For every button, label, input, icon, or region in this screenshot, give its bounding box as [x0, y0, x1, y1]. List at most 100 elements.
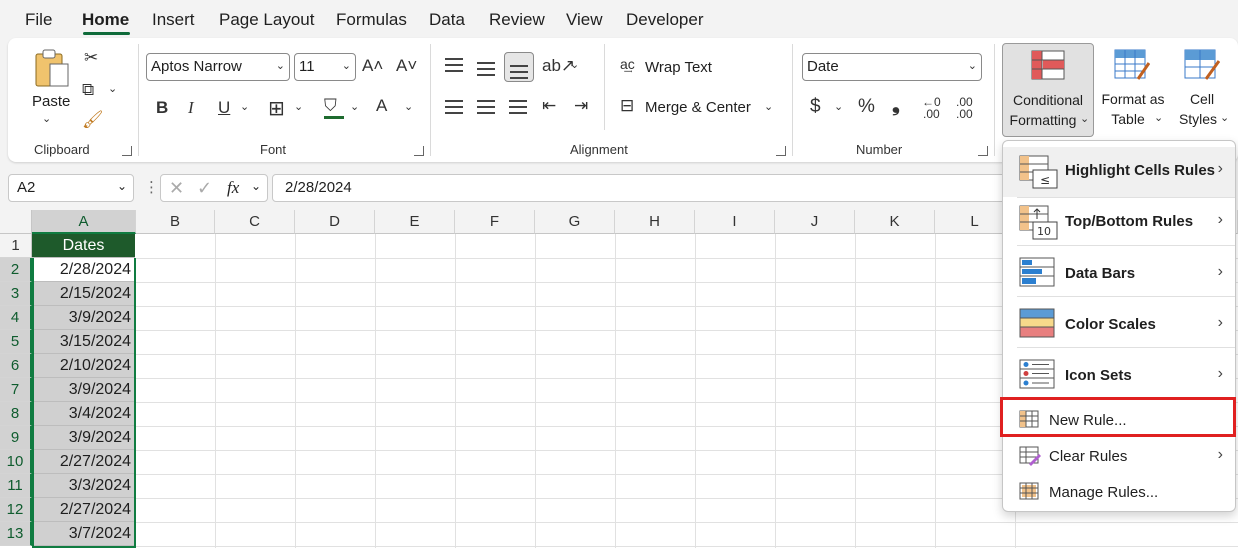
row-header[interactable]: 6: [0, 354, 32, 378]
chevron-down-icon[interactable]: ⌄: [42, 112, 51, 125]
row-header[interactable]: 4: [0, 306, 32, 330]
column-header-h[interactable]: H: [615, 210, 695, 234]
chevron-down-icon[interactable]: ⌄: [108, 82, 117, 95]
column-header-g[interactable]: G: [535, 210, 615, 234]
menu-item-data-bars[interactable]: Data Bars ›: [1003, 247, 1235, 297]
menu-item-top-bottom-rules[interactable]: 10 Top/Bottom Rules ›: [1003, 197, 1235, 247]
font-name-dropdown[interactable]: Aptos Narrow ⌄: [146, 53, 290, 81]
decrease-indent-icon[interactable]: ⇤: [542, 96, 556, 116]
table-cell[interactable]: 2/10/2024: [32, 354, 135, 378]
chevron-down-icon[interactable]: ⌄: [834, 100, 843, 113]
table-cell[interactable]: 2/27/2024: [32, 450, 135, 474]
table-cell[interactable]: 3/7/2024: [32, 522, 135, 546]
align-center-icon[interactable]: [477, 100, 495, 118]
alignment-launcher-icon[interactable]: [776, 146, 786, 156]
paste-button[interactable]: [34, 48, 70, 90]
chevron-down-icon[interactable]: ⌄: [764, 100, 773, 113]
fill-color-button[interactable]: ⛉: [322, 96, 346, 120]
font-launcher-icon[interactable]: [414, 146, 424, 156]
copy-icon[interactable]: ⧉: [82, 80, 94, 100]
tab-page-layout[interactable]: Page Layout: [219, 10, 314, 30]
chevron-down-icon[interactable]: ⌄: [294, 100, 303, 113]
column-header-f[interactable]: F: [455, 210, 535, 234]
tab-home[interactable]: Home: [82, 10, 129, 30]
paste-label[interactable]: Paste: [32, 93, 70, 110]
column-header-b[interactable]: B: [136, 210, 215, 234]
decrease-font-icon[interactable]: A˅: [396, 56, 417, 76]
enter-icon[interactable]: ✓: [197, 178, 212, 199]
cancel-icon[interactable]: ✕: [169, 178, 184, 199]
column-header-a[interactable]: A: [32, 210, 136, 234]
table-cell[interactable]: 3/9/2024: [32, 306, 135, 330]
name-box[interactable]: A2 ⌄: [8, 174, 134, 202]
borders-icon[interactable]: ⊞: [268, 96, 285, 121]
table-cell[interactable]: 2/15/2024: [32, 282, 135, 306]
cut-icon[interactable]: ✂: [84, 48, 98, 68]
align-right-icon[interactable]: [509, 100, 527, 118]
table-cell[interactable]: 3/4/2024: [32, 402, 135, 426]
table-cell[interactable]: 3/3/2024: [32, 474, 135, 498]
comma-button[interactable]: ❟: [892, 94, 900, 117]
align-middle-icon[interactable]: [477, 62, 495, 80]
tab-file[interactable]: File: [25, 10, 52, 30]
row-header[interactable]: 5: [0, 330, 32, 354]
increase-decimal-button[interactable]: ←0.00: [922, 96, 941, 120]
clipboard-launcher-icon[interactable]: [122, 146, 132, 156]
tab-developer[interactable]: Developer: [626, 10, 704, 30]
align-top-icon[interactable]: [445, 58, 463, 76]
underline-button[interactable]: U: [218, 98, 230, 118]
chevron-down-icon[interactable]: ⌄: [251, 179, 261, 193]
menu-item-highlight-cells-rules[interactable]: ≤ Highlight Cells Rules ›: [1003, 147, 1235, 197]
conditional-formatting-button[interactable]: Conditional Formatting ⌄: [1002, 43, 1094, 137]
wrap-text-icon[interactable]: a͢c: [620, 56, 635, 72]
currency-button[interactable]: $: [810, 96, 821, 118]
table-cell[interactable]: 2/28/2024: [32, 258, 135, 282]
increase-font-icon[interactable]: A˄: [362, 56, 383, 76]
column-header-j[interactable]: J: [775, 210, 855, 234]
row-header[interactable]: 9: [0, 426, 32, 450]
row-header[interactable]: 11: [0, 474, 32, 498]
font-color-icon[interactable]: A: [376, 96, 387, 116]
row-header[interactable]: 13: [0, 522, 32, 546]
chevron-down-icon[interactable]: ⌄: [570, 58, 579, 71]
tab-formulas[interactable]: Formulas: [336, 10, 407, 30]
row-header[interactable]: 2: [0, 258, 32, 282]
tab-view[interactable]: View: [566, 10, 603, 30]
row-header[interactable]: 10: [0, 450, 32, 474]
bold-button[interactable]: B: [156, 98, 168, 118]
format-as-table-button[interactable]: Format as Table ⌄: [1098, 43, 1168, 137]
more-icon[interactable]: ⋮: [144, 178, 159, 196]
row-header[interactable]: 7: [0, 378, 32, 402]
column-header-d[interactable]: D: [295, 210, 375, 234]
insert-function-button[interactable]: fx: [227, 178, 239, 198]
italic-button[interactable]: I: [188, 98, 194, 118]
chevron-down-icon[interactable]: ⌄: [404, 100, 413, 113]
align-left-icon[interactable]: [445, 100, 463, 118]
header-cell[interactable]: Dates: [32, 234, 135, 258]
menu-item-clear-rules[interactable]: Clear Rules ›: [1003, 439, 1235, 473]
menu-item-color-scales[interactable]: Color Scales ›: [1003, 298, 1235, 348]
format-painter-icon[interactable]: 🖌: [82, 110, 104, 130]
merge-center-button[interactable]: Merge & Center: [645, 99, 751, 116]
row-header[interactable]: 3: [0, 282, 32, 306]
merge-center-icon[interactable]: ⊟: [620, 96, 634, 116]
column-header-i[interactable]: I: [695, 210, 775, 234]
table-cell[interactable]: 3/9/2024: [32, 378, 135, 402]
chevron-down-icon[interactable]: ⌄: [350, 100, 359, 113]
chevron-down-icon[interactable]: ⌄: [240, 100, 249, 113]
tab-review[interactable]: Review: [489, 10, 545, 30]
row-header[interactable]: 8: [0, 402, 32, 426]
cell-styles-button[interactable]: Cell Styles ⌄: [1172, 43, 1232, 137]
font-size-dropdown[interactable]: 11 ⌄: [294, 53, 356, 81]
column-header-e[interactable]: E: [375, 210, 455, 234]
tab-data[interactable]: Data: [429, 10, 465, 30]
table-cell[interactable]: 3/9/2024: [32, 426, 135, 450]
table-cell[interactable]: 3/15/2024: [32, 330, 135, 354]
align-bottom-button[interactable]: [504, 52, 534, 82]
number-launcher-icon[interactable]: [978, 146, 988, 156]
decrease-decimal-button[interactable]: .00.00: [956, 96, 973, 120]
increase-indent-icon[interactable]: ⇥: [574, 96, 588, 116]
wrap-text-button[interactable]: Wrap Text: [645, 59, 712, 76]
select-all-corner[interactable]: [0, 210, 32, 234]
menu-item-manage-rules[interactable]: Manage Rules...: [1003, 475, 1235, 509]
